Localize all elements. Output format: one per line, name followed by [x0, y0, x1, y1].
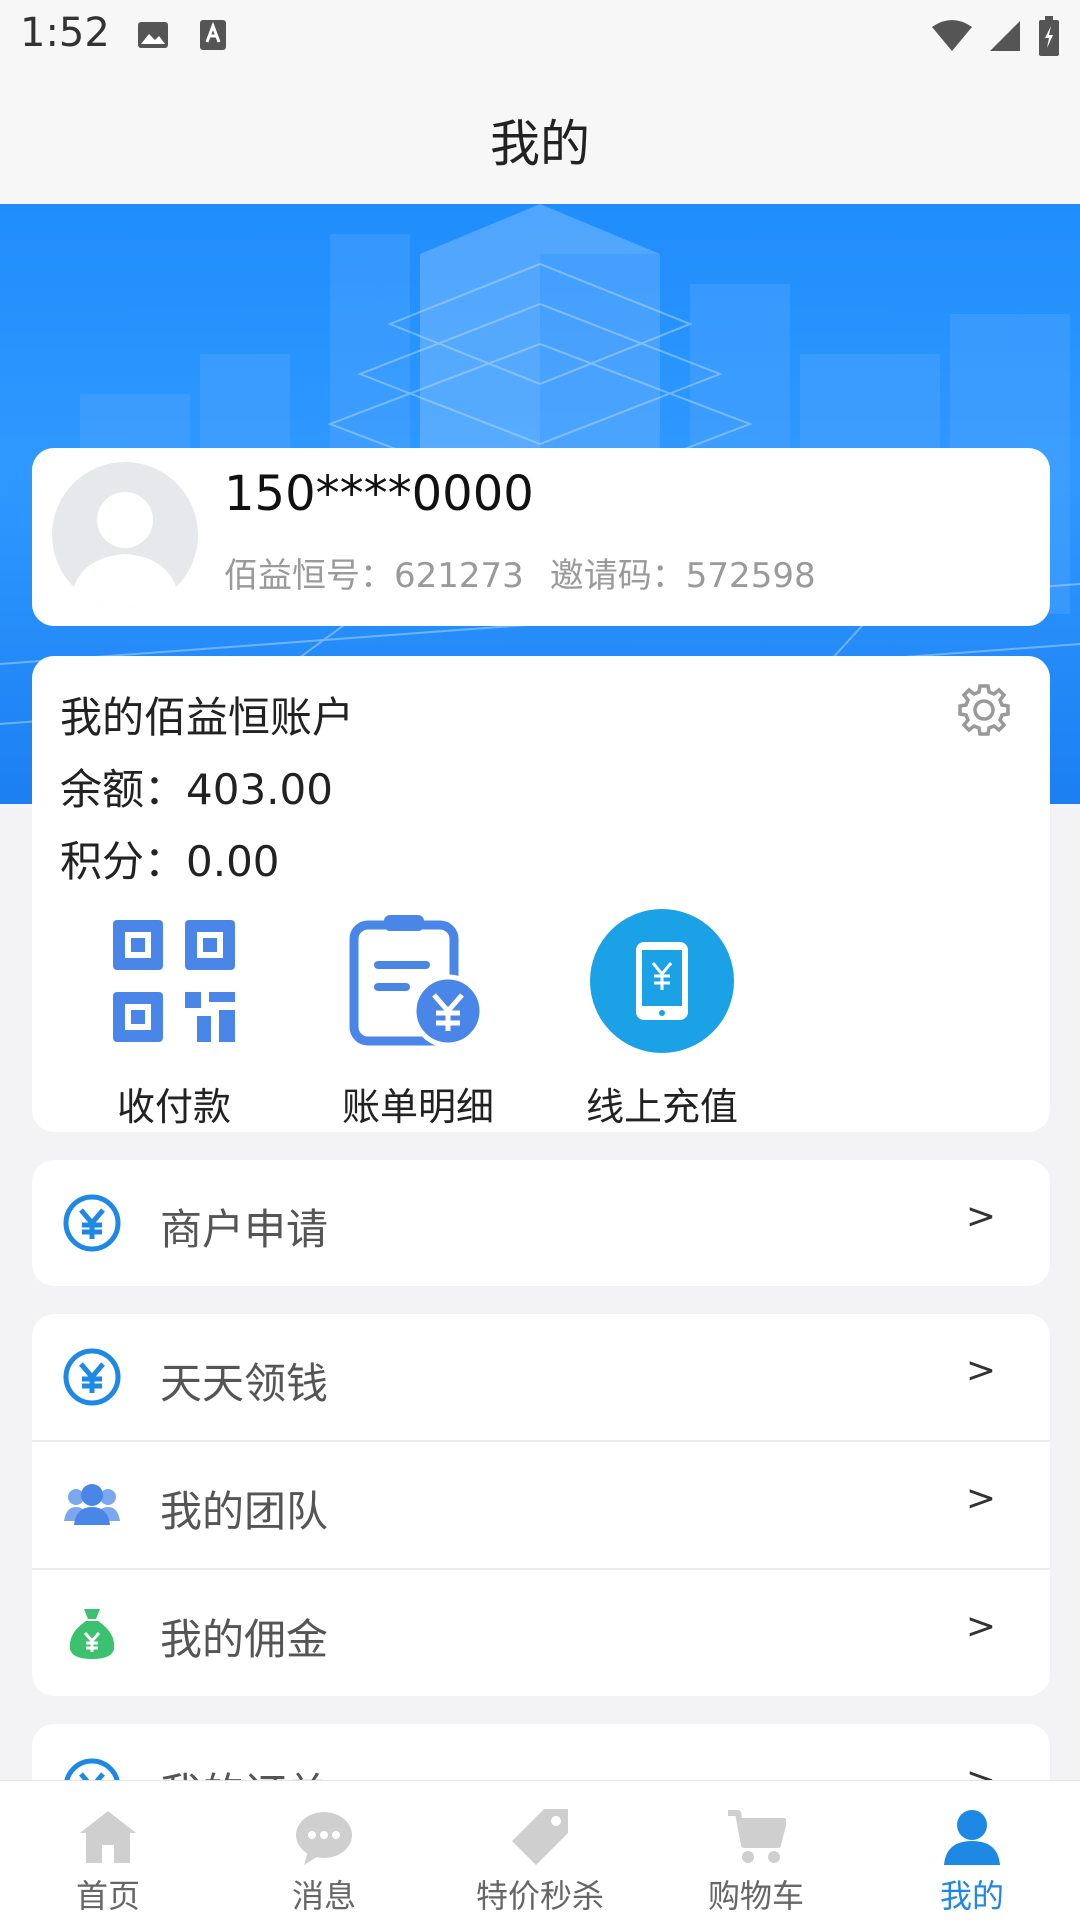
account-card: 我的佰益恒账户 余额：403.00 积分：0.00 收付款 账单明细 线上充值	[32, 656, 1050, 1132]
tab-label: 购物车	[707, 1877, 804, 1915]
tab-label: 特价秒杀	[475, 1877, 604, 1915]
qr-code-icon	[113, 920, 235, 1042]
quick-action-label: 收付款	[116, 1085, 231, 1129]
tag-icon	[512, 1809, 568, 1865]
tab-label: 首页	[75, 1877, 140, 1915]
quick-action-label: 账单明细	[341, 1085, 494, 1129]
tab-home[interactable]: 首页	[0, 1781, 216, 1921]
page-title: 我的	[490, 115, 590, 173]
invite-code: 邀请码：572598	[549, 556, 816, 596]
menu-item-label: 商户申请	[160, 1205, 329, 1254]
bill-detail-icon	[349, 915, 485, 1048]
battery-icon	[1039, 16, 1059, 56]
bottom-tab-bar: 首页 消息 特价秒杀 购物车 我的	[0, 1780, 1080, 1921]
quick-action-payment[interactable]: 收付款	[74, 906, 274, 1131]
quick-action-bill[interactable]: 账单明细	[318, 906, 518, 1131]
profile-card[interactable]: 150****0000 佰益恒号：621273 邀请码：572598	[32, 448, 1050, 626]
status-time: 1:52	[20, 10, 110, 56]
cellular-signal-icon	[990, 21, 1020, 51]
tab-messages[interactable]: 消息	[216, 1781, 432, 1921]
default-avatar-icon	[70, 492, 180, 608]
merchant-card: 商户申请 >	[32, 1160, 1050, 1286]
wifi-icon	[932, 20, 972, 51]
menu-item-label: 我的团队	[160, 1487, 329, 1536]
settings-button[interactable]	[954, 680, 1014, 744]
gear-icon	[958, 684, 1010, 736]
gallery-notification-icon	[138, 22, 168, 48]
team-icon	[64, 1484, 120, 1525]
points: 积分：0.00	[60, 837, 280, 886]
menu-item-daily-money[interactable]: 天天领钱 >	[32, 1314, 1050, 1440]
avatar[interactable]	[52, 462, 198, 608]
tab-label: 我的	[939, 1877, 1004, 1915]
keyboard-notification-icon	[200, 20, 226, 50]
tab-flash-sale[interactable]: 特价秒杀	[432, 1781, 648, 1921]
menu-item-my-team[interactable]: 我的团队 >	[32, 1440, 1050, 1568]
home-icon	[80, 1811, 136, 1863]
chevron-right-icon: >	[965, 1606, 996, 1647]
yen-circle-icon	[63, 1194, 121, 1252]
tab-profile[interactable]: 我的	[864, 1781, 1080, 1921]
tab-cart[interactable]: 购物车	[648, 1781, 864, 1921]
tab-label: 消息	[291, 1877, 356, 1915]
quick-action-label: 线上充值	[585, 1085, 738, 1129]
balance: 余额：403.00	[60, 765, 333, 814]
mobile-recharge-icon	[590, 909, 734, 1053]
title-bar: 我的	[0, 76, 1080, 204]
account-number: 佰益恒号：621273	[224, 556, 524, 596]
menu-item-merchant-apply[interactable]: 商户申请 >	[32, 1160, 1050, 1286]
account-title: 我的佰益恒账户	[60, 693, 355, 742]
chevron-right-icon: >	[965, 1350, 996, 1391]
menu-item-label: 天天领钱	[160, 1359, 329, 1408]
yen-circle-icon	[63, 1348, 121, 1406]
menu-card: 天天领钱 > 我的团队 > 我的佣金 >	[32, 1314, 1050, 1696]
chevron-right-icon: >	[965, 1478, 996, 1519]
menu-item-label: 我的佣金	[160, 1615, 329, 1664]
user-icon	[944, 1810, 1000, 1865]
phone-number: 150****0000	[224, 466, 534, 522]
cart-icon	[728, 1810, 786, 1863]
status-bar: 1:52	[0, 0, 1080, 76]
message-icon	[296, 1812, 352, 1865]
money-bag-icon	[69, 1609, 115, 1659]
menu-item-my-commission[interactable]: 我的佣金 >	[32, 1568, 1050, 1696]
chevron-right-icon: >	[965, 1196, 996, 1237]
quick-action-recharge[interactable]: 线上充值	[562, 906, 762, 1131]
